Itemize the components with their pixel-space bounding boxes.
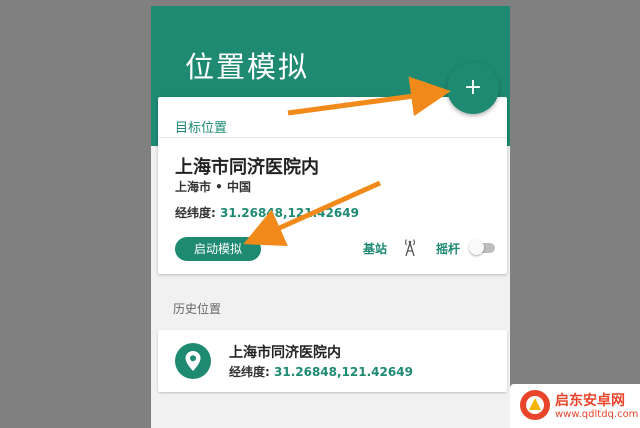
arrow-to-start-button bbox=[243, 180, 382, 247]
watermark-url: www.qdltdq.com bbox=[555, 409, 639, 420]
annotation-arrows bbox=[243, 76, 451, 247]
watermark-logo-icon bbox=[520, 390, 550, 420]
arrow-to-add-button bbox=[287, 76, 451, 117]
watermark-title: 启东安卓网 bbox=[555, 393, 625, 409]
site-watermark: 启东安卓网 www.qdltdq.com bbox=[510, 384, 640, 428]
